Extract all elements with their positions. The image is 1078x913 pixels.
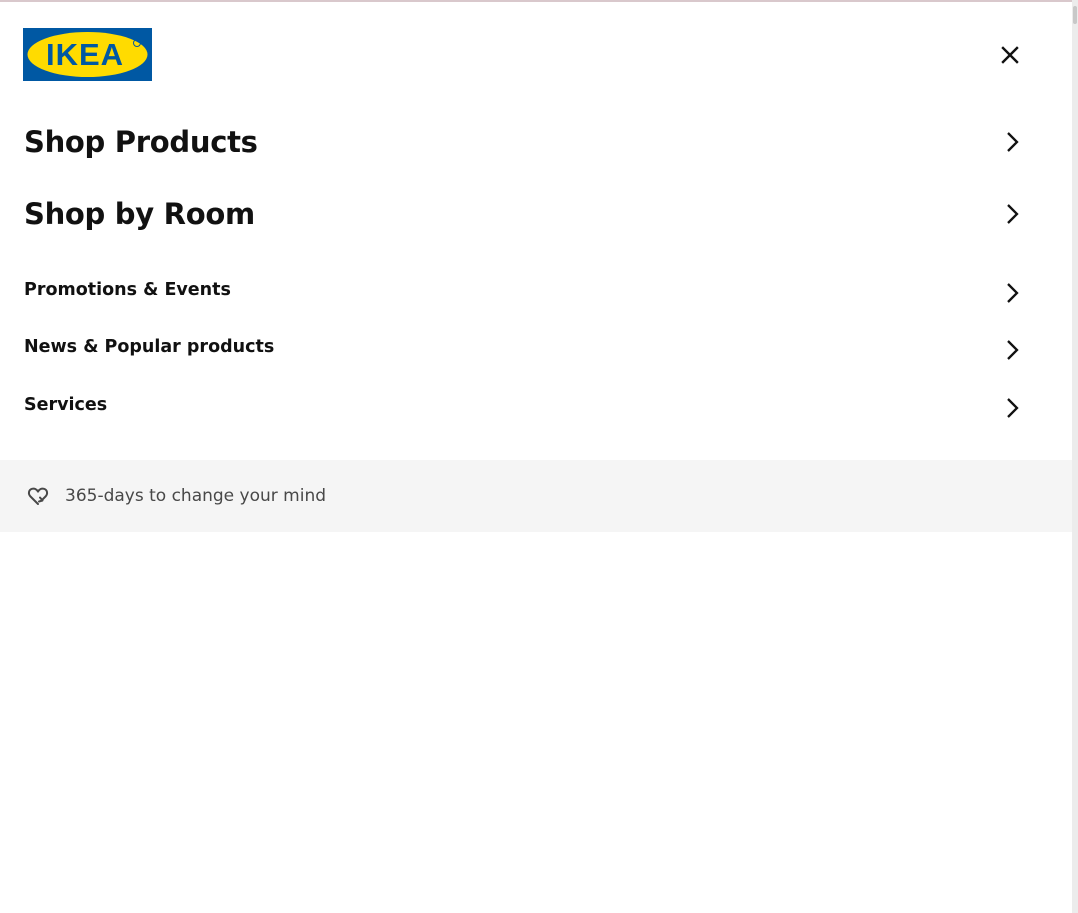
svg-text:IKEA: IKEA	[46, 37, 124, 72]
menu-item-label: Shop by Room	[24, 197, 255, 231]
heart-return-icon	[25, 483, 51, 509]
chevron-right-icon	[1000, 338, 1024, 362]
menu-item-news-popular-products[interactable]: News & Popular products	[24, 333, 1024, 361]
scrollbar[interactable]	[1072, 0, 1078, 913]
scrollbar-thumb[interactable]	[1073, 6, 1077, 24]
menu-item-services[interactable]: Services	[24, 391, 1024, 419]
menu-item-label: Promotions & Events	[24, 280, 231, 300]
menu-item-shop-products[interactable]: Shop Products	[24, 122, 1024, 162]
return-policy-banner[interactable]: 365-days to change your mind	[0, 460, 1072, 532]
menu-item-shop-by-room[interactable]: Shop by Room	[24, 194, 1024, 234]
menu-item-promotions-events[interactable]: Promotions & Events	[24, 276, 1024, 304]
chevron-right-icon	[1000, 281, 1024, 305]
chevron-right-icon	[1000, 396, 1024, 420]
chevron-right-icon	[1000, 130, 1024, 154]
menu-item-label: Services	[24, 395, 108, 415]
close-button[interactable]	[990, 35, 1030, 75]
navigation-drawer: IKEA Shop Products Shop by Room Promotio…	[0, 2, 1072, 913]
ikea-logo[interactable]: IKEA	[23, 28, 152, 81]
menu-item-label: News & Popular products	[24, 337, 275, 357]
return-policy-text: 365-days to change your mind	[65, 486, 327, 506]
menu-item-label: Shop Products	[24, 125, 258, 159]
close-icon	[1001, 46, 1019, 64]
chevron-right-icon	[1000, 202, 1024, 226]
